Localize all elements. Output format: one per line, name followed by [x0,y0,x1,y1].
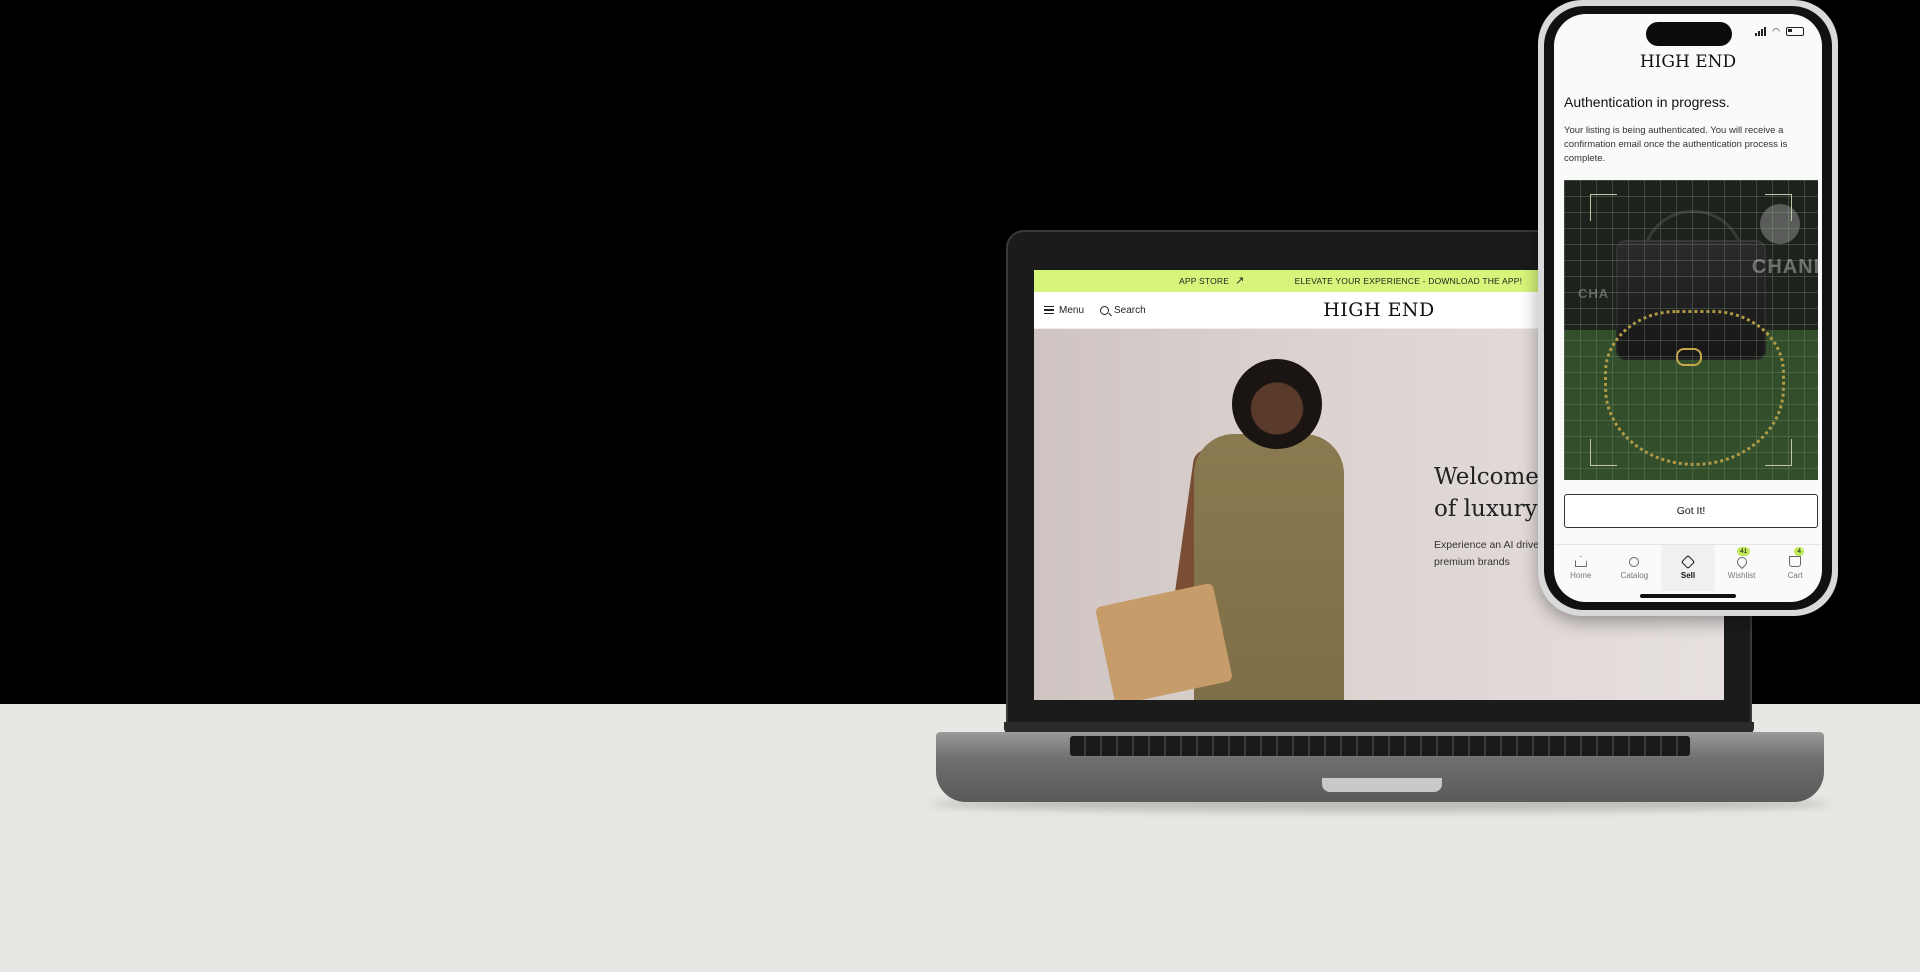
dynamic-island [1646,22,1732,46]
tab-label: Wishlist [1727,570,1756,580]
tab-catalog[interactable]: Catalog [1608,545,1662,591]
home-indicator [1640,594,1736,598]
tab-label: Sell [1680,570,1696,580]
hero-handbag [1094,582,1234,700]
home-icon [1574,556,1587,567]
phone-frame: ◠ HIGH END Authentication in progress. Y… [1538,0,1838,616]
hero-subtitle: Experience an AI drive premium brands [1434,539,1540,568]
tab-cart[interactable]: 4 Cart [1768,545,1822,591]
wifi-icon: ◠ [1772,26,1780,36]
scan-corner [1765,194,1792,221]
laptop-keyboard [1070,736,1690,756]
app-store-label[interactable]: APP STORE [1179,276,1229,286]
search-label: Search [1114,304,1146,316]
bag-icon [1789,556,1802,567]
watermark-text: CHANE [1751,256,1818,278]
signal-icon [1755,27,1767,36]
scan-corner [1765,439,1792,466]
arrow-up-right-icon: ↗ [1235,274,1245,287]
tab-label: Home [1570,571,1592,580]
watermark-text-left: CHA [1578,286,1610,301]
got-it-button[interactable]: Got It! [1564,494,1818,528]
tab-label: Catalog [1620,570,1649,580]
promo-message: ELEVATE YOUR EXPERIENCE - DOWNLOAD THE A… [1294,276,1523,286]
page-title: Authentication in progress. [1564,94,1730,110]
app-store-link[interactable]: APP STORE ↗ [1179,274,1245,287]
search-button[interactable]: Search [1100,305,1146,316]
app-logo: HIGH END [1639,52,1737,72]
menu-label: Menu [1059,304,1085,316]
battery-icon [1786,27,1804,36]
hamburger-icon [1044,306,1054,314]
tab-sell[interactable]: Sell [1661,545,1715,591]
tab-label: Cart [1787,571,1803,580]
cart-count-badge: 4 [1794,547,1804,556]
wishlist-count-badge: 41 [1737,547,1751,556]
authentication-scan-image: CHANE CHA [1564,180,1818,480]
hero-model-head [1232,359,1322,449]
phone-screen: ◠ HIGH END Authentication in progress. Y… [1554,14,1822,602]
scan-corner [1590,439,1617,466]
menu-button[interactable]: Menu [1044,305,1084,316]
tab-home[interactable]: Home [1554,545,1608,591]
bottom-tab-bar: Home Catalog Sell 41 Wishlist 4 Cart [1554,544,1822,591]
site-logo[interactable]: HIGH END [1323,299,1435,321]
laptop-lid-notch [1322,778,1442,792]
search-icon [1100,305,1110,315]
scan-corner [1590,194,1617,221]
heart-icon [1734,554,1749,569]
status-message: Your listing is being authenticated. You… [1564,125,1788,164]
tab-wishlist[interactable]: 41 Wishlist [1715,545,1769,591]
status-bar: ◠ [1755,26,1804,37]
search-icon [1629,556,1640,567]
tag-icon [1680,554,1696,569]
